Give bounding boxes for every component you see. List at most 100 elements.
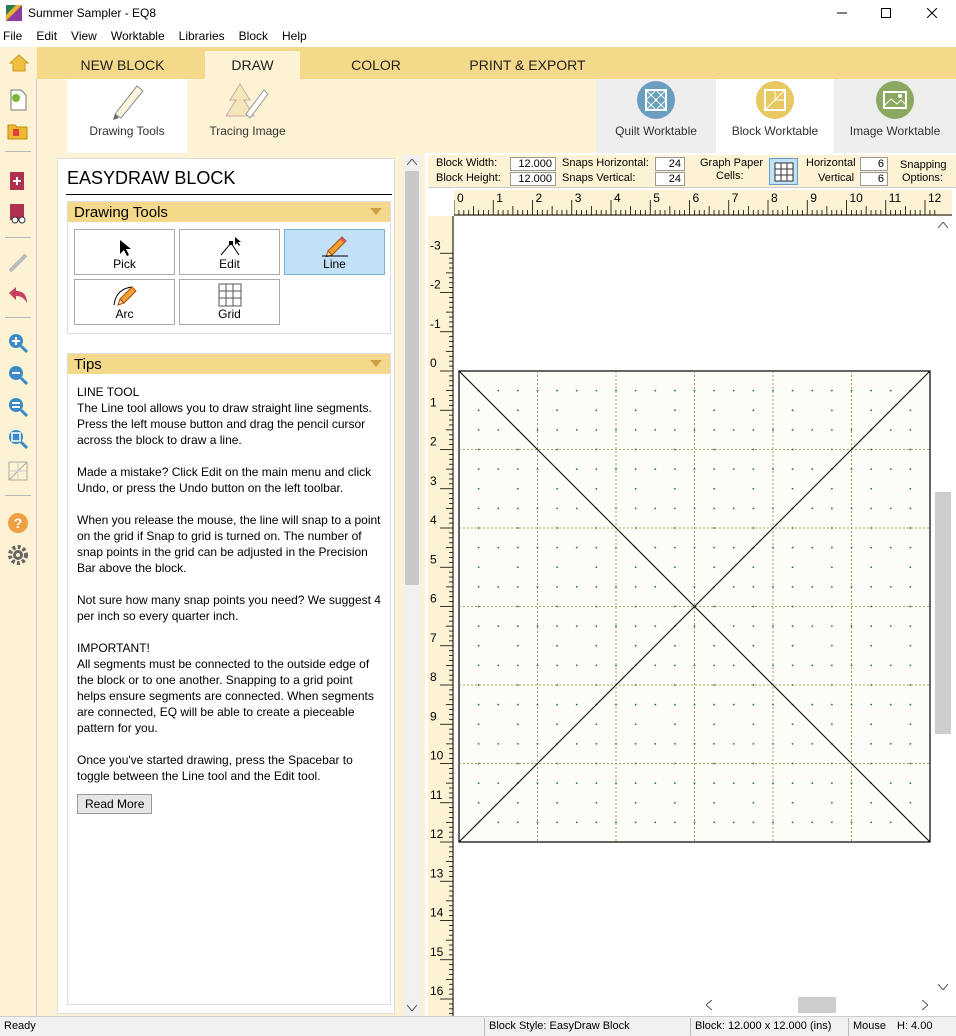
tab-color[interactable]: COLOR	[330, 51, 422, 79]
arc-tool-label: Arc	[115, 307, 134, 321]
close-button[interactable]	[910, 0, 954, 26]
minimize-button[interactable]	[820, 0, 864, 26]
refresh-button[interactable]	[4, 457, 32, 485]
zoom-in-button[interactable]	[4, 329, 32, 357]
block-worktable-icon	[756, 81, 794, 119]
drawing-tools-header[interactable]: Drawing Tools	[68, 202, 390, 222]
add-to-sketchbook-icon	[10, 172, 24, 190]
tip-paragraph: Not sure how many snap points you need? …	[77, 593, 381, 623]
quilt-worktable-icon	[637, 81, 675, 119]
status-mouse-h: H: 4.00	[897, 1020, 933, 1032]
ruler-label-v: 4	[430, 513, 437, 527]
undo-button[interactable]	[4, 281, 32, 309]
home-icon	[8, 54, 29, 72]
status-block-size: Block: 12.000 x 12.000 (ins)	[695, 1020, 832, 1032]
ruler-label-v: 3	[430, 474, 437, 488]
graph-paper-label: Graph Paper	[700, 157, 763, 169]
graph-paper-icon	[774, 162, 793, 181]
scroll-down-icon	[407, 1005, 417, 1011]
graph-paper-toggle[interactable]	[769, 158, 798, 185]
tip-paragraph: LINE TOOL The Line tool allows you to dr…	[77, 385, 372, 447]
block-width-field[interactable]: 12.000	[510, 157, 556, 171]
menu-file[interactable]: File	[0, 29, 29, 43]
vertical-label: Vertical	[818, 172, 855, 184]
ruler-label-v: 15	[430, 945, 444, 959]
snaps-horizontal-field[interactable]: 24	[655, 157, 685, 171]
image-worktable-button[interactable]: Image Worktable	[836, 79, 954, 153]
ruler-label-v: -3	[430, 238, 441, 252]
tab-new-block[interactable]: NEW BLOCK	[60, 51, 185, 79]
menu-worktable[interactable]: Worktable	[104, 29, 172, 43]
toolbar-separator	[5, 237, 31, 238]
zoom-fit-button[interactable]	[4, 393, 32, 421]
canvas-vertical-thumb[interactable]	[935, 492, 951, 734]
ruler-label-h: 1	[496, 191, 503, 205]
vertical-cells-field[interactable]: 6	[860, 172, 888, 186]
block-height-field[interactable]: 12.000	[510, 172, 556, 186]
horizontal-cells-field[interactable]: 6	[860, 157, 888, 171]
read-more-button[interactable]: Read More	[77, 794, 153, 814]
quilt-worktable-button[interactable]: Quilt Worktable	[597, 79, 715, 153]
canvas-horizontal-thumb[interactable]	[798, 997, 836, 1013]
svg-text:?: ?	[14, 515, 23, 531]
tips-text: LINE TOOL The Line tool allows you to dr…	[77, 384, 382, 814]
maximize-icon	[881, 8, 891, 18]
view-sketchbook-button[interactable]	[4, 199, 32, 227]
maximize-button[interactable]	[864, 0, 908, 26]
ruler-label-v: 5	[430, 552, 437, 566]
ruler-label-v: -1	[430, 317, 441, 331]
pick-tool-button[interactable]: Pick	[74, 229, 175, 275]
status-divider	[848, 1018, 849, 1036]
ruler-button[interactable]	[4, 249, 32, 277]
menu-view[interactable]: View	[64, 29, 104, 43]
add-to-sketchbook-button[interactable]	[4, 167, 32, 195]
tracing-image-button[interactable]: Tracing Image	[190, 79, 305, 153]
refresh-screen-icon	[8, 461, 28, 481]
menu-block[interactable]: Block	[232, 29, 275, 43]
title-bar: Summer Sampler - EQ8	[0, 0, 956, 26]
tip-paragraph: When you release the mouse, the line wil…	[77, 513, 381, 575]
open-file-button[interactable]	[4, 117, 32, 145]
image-worktable-icon	[876, 81, 914, 119]
tips-section: Tips LINE TOOL The Line tool allows you …	[67, 353, 391, 1005]
snapping-options-label[interactable]: Options:	[902, 172, 943, 184]
gear-icon	[8, 545, 28, 565]
ruler-label-h: 12	[928, 191, 942, 205]
menu-edit[interactable]: Edit	[29, 29, 64, 43]
toolbar-separator	[5, 495, 31, 496]
snaps-vertical-field[interactable]: 24	[655, 172, 685, 186]
zoom-box-icon	[9, 430, 29, 450]
menu-libraries[interactable]: Libraries	[172, 29, 232, 43]
snaps-horizontal-label: Snaps Horizontal:	[562, 157, 649, 169]
zoom-box-button[interactable]	[4, 425, 32, 453]
chevron-down-icon	[370, 208, 382, 215]
help-button[interactable]: ?	[4, 509, 32, 537]
tips-header[interactable]: Tips	[68, 354, 390, 374]
horizontal-label: Horizontal	[806, 157, 856, 169]
menu-help[interactable]: Help	[275, 29, 314, 43]
tracing-image-label: Tracing Image	[209, 124, 286, 138]
pencil-icon	[113, 85, 144, 120]
drawing-tools-button[interactable]: Drawing Tools	[67, 79, 187, 153]
block-worktable-label: Block Worktable	[731, 124, 819, 138]
grid-tool-label: Grid	[218, 307, 241, 321]
canvas-horizontal-scrollbar[interactable]	[700, 996, 934, 1014]
pencil-line-icon	[321, 236, 348, 257]
settings-button[interactable]	[4, 541, 32, 569]
arc-tool-button[interactable]: Arc	[74, 279, 175, 325]
panel-scrollbar[interactable]	[403, 155, 421, 1016]
home-button[interactable]	[0, 47, 37, 79]
canvas-vertical-scrollbar[interactable]	[934, 216, 952, 996]
tip-paragraph: IMPORTANT! All segments must be connecte…	[77, 641, 374, 735]
ruler-label-h: 3	[575, 191, 582, 205]
tab-draw[interactable]: DRAW	[205, 51, 300, 79]
panel-scrollbar-thumb[interactable]	[405, 171, 419, 585]
line-tool-button[interactable]: Line	[284, 229, 385, 275]
grid-tool-button[interactable]: Grid	[179, 279, 280, 325]
zoom-out-button[interactable]	[4, 361, 32, 389]
block-worktable-button[interactable]: Block Worktable	[716, 79, 834, 153]
tab-print-export[interactable]: PRINT & EXPORT	[460, 51, 595, 79]
edit-tool-button[interactable]: Edit	[179, 229, 280, 275]
block-drawing[interactable]	[456, 368, 934, 846]
new-file-button[interactable]	[4, 86, 32, 114]
